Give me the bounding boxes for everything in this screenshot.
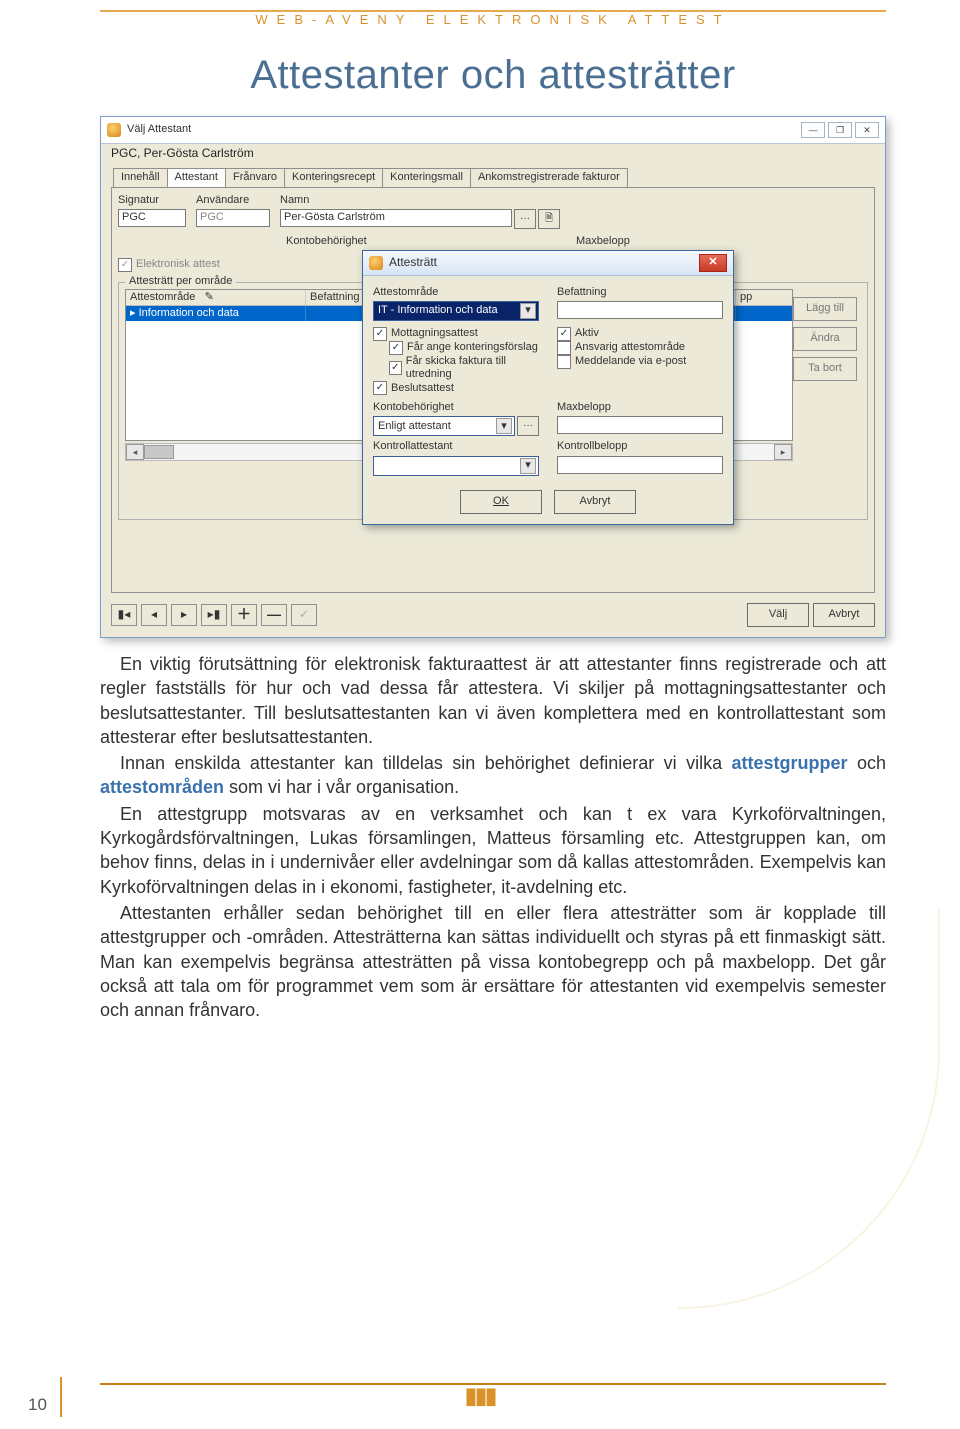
highlight-attestgrupper: attestgrupper: [732, 753, 848, 773]
close-button[interactable]: ✕: [855, 122, 879, 138]
tab-konteringsmall[interactable]: Konteringsmall: [382, 168, 471, 186]
dlg-kontobehorighet-browse[interactable]: ···: [517, 416, 539, 436]
dlg-attestomrade-combo[interactable]: IT - Information och data ▾: [373, 301, 539, 321]
nav-add-button[interactable]: ＋: [231, 604, 257, 626]
paragraph-3: En attestgrupp motsvaras av en verksamhe…: [100, 802, 886, 899]
dialog-titlebar[interactable]: Attesträtt ✕: [363, 251, 733, 276]
kontobehorighet-label: Kontobehörighet: [286, 235, 566, 248]
paragraph-1: En viktig förutsättning för elektronisk …: [100, 652, 886, 749]
chevron-down-icon: ▾: [496, 418, 512, 434]
dlg-beslut-label: Beslutsattest: [391, 382, 454, 395]
dlg-kontrollbelopp-input[interactable]: [557, 456, 723, 474]
minimize-button[interactable]: —: [801, 122, 825, 138]
dlg-far-ange-checkbox[interactable]: ✓Får ange konteringsförslag: [389, 341, 539, 355]
dlg-kontobehorighet-value: Enligt attestant: [378, 420, 451, 433]
anvandare-input[interactable]: PGC: [196, 209, 270, 227]
signatur-input[interactable]: PGC: [118, 209, 186, 227]
dlg-mottag-label: Mottagningsattest: [391, 327, 478, 340]
page-number-rule: [60, 1377, 62, 1417]
col-edit-icon: ✎: [205, 291, 214, 303]
app-icon: [107, 123, 121, 137]
tab-body: Signatur PGC Användare PGC Namn Per-Göst…: [111, 187, 875, 593]
dlg-kontrollattestant-combo[interactable]: ▾: [373, 456, 539, 476]
dlg-ansvarig-checkbox[interactable]: Ansvarig attestområde: [557, 341, 723, 355]
select-attestant-window: Välj Attestant — ❐ ✕ PGC, Per-Gösta Carl…: [100, 116, 886, 638]
maxbelopp-label: Maxbelopp: [576, 235, 726, 248]
namn-copy-button[interactable]: 🗎: [538, 209, 560, 229]
body-text: En viktig förutsättning för elektronisk …: [100, 652, 886, 1022]
tab-konteringsrecept[interactable]: Konteringsrecept: [284, 168, 383, 186]
paragraph-2: Innan enskilda attestanter kan tilldelas…: [100, 751, 886, 800]
dlg-attestomrade-label: Attestområde: [373, 286, 539, 299]
signatur-label: Signatur: [118, 194, 186, 207]
anvandare-label: Användare: [196, 194, 270, 207]
nav-remove-button[interactable]: —: [261, 604, 287, 626]
dialog-cancel-button[interactable]: Avbryt: [554, 490, 636, 514]
titlebar[interactable]: Välj Attestant — ❐ ✕: [101, 117, 885, 144]
nav-next-button[interactable]: ▸: [171, 604, 197, 626]
tab-innehall[interactable]: Innehåll: [113, 168, 168, 186]
chevron-down-icon: ▾: [520, 458, 536, 474]
cancel-button[interactable]: Avbryt: [813, 603, 875, 627]
col-attestomrade: Attestområde: [130, 291, 195, 303]
row-attestomrade: Information och data: [139, 307, 239, 319]
dlg-beslutsattest-checkbox[interactable]: ✓Beslutsattest: [373, 381, 539, 395]
dlg-kontobehorighet-combo[interactable]: Enligt attestant ▾: [373, 416, 515, 436]
delete-button[interactable]: Ta bort: [793, 357, 857, 381]
dlg-befattning-label: Befattning: [557, 286, 723, 299]
group-title: Attesträtt per område: [125, 275, 236, 288]
dlg-far-skicka-checkbox[interactable]: ✓Får skicka faktura till utredning: [389, 355, 539, 381]
dlg-kontrollbelopp-label: Kontrollbelopp: [557, 440, 723, 453]
chevron-down-icon: ▾: [520, 303, 536, 319]
dlg-kontrollattestant-label: Kontrollattestant: [373, 440, 539, 453]
elektronisk-attest-label: Elektronisk attest: [136, 258, 220, 271]
edit-button[interactable]: Ändra: [793, 327, 857, 351]
row-marker-icon: ▸: [130, 307, 136, 319]
nav-first-button[interactable]: ▮◂: [111, 604, 137, 626]
dialog-ok-button[interactable]: OK: [460, 490, 542, 514]
select-button[interactable]: Välj: [747, 603, 809, 627]
dlg-aktiv-checkbox[interactable]: ✓Aktiv: [557, 327, 723, 341]
window-title: Välj Attestant: [127, 123, 191, 136]
scroll-left-icon[interactable]: ◂: [126, 444, 144, 460]
attestratt-dialog: Attesträtt ✕ Attestområde IT - Informati…: [362, 250, 734, 525]
add-button[interactable]: Lägg till: [793, 297, 857, 321]
tab-franvaro[interactable]: Frånvaro: [225, 168, 285, 186]
paragraph-4: Attestanten erhåller sedan behörighet ti…: [100, 901, 886, 1022]
section-title: Attestanter och attesträtter: [100, 53, 886, 98]
tab-ankomstregistrerade[interactable]: Ankomstregistrerade fakturor: [470, 168, 628, 186]
dlg-befattning-input[interactable]: [557, 301, 723, 319]
col-pp: pp: [736, 290, 793, 305]
dialog-close-button[interactable]: ✕: [699, 254, 727, 272]
current-user-label: PGC, Per-Gösta Carlström: [101, 144, 885, 162]
namn-input[interactable]: Per-Gösta Carlström: [280, 209, 512, 227]
page-number: 10: [28, 1395, 47, 1415]
nav-confirm-button[interactable]: ✓: [291, 604, 317, 626]
tab-attestant[interactable]: Attestant: [167, 168, 226, 186]
scroll-thumb[interactable]: [144, 445, 174, 459]
dialog-app-icon: [369, 256, 383, 270]
dlg-aktiv-label: Aktiv: [575, 327, 599, 340]
namn-browse-button[interactable]: ···: [514, 209, 536, 229]
namn-label: Namn: [280, 194, 560, 207]
highlight-attestomraden: attestområden: [100, 777, 224, 797]
dlg-maxbelopp-label: Maxbelopp: [557, 401, 723, 414]
dlg-far-skicka-label: Får skicka faktura till utredning: [406, 355, 539, 381]
dlg-attestomrade-value: IT - Information och data: [378, 304, 498, 317]
scroll-right-icon[interactable]: ▸: [774, 444, 792, 460]
dialog-title: Attesträtt: [389, 255, 437, 269]
restore-button[interactable]: ❐: [828, 122, 852, 138]
dlg-meddelande-checkbox[interactable]: Meddelande via e-post: [557, 355, 723, 369]
dlg-ansvarig-label: Ansvarig attestområde: [575, 341, 685, 354]
footer-logo-icon: ▮▮▮: [465, 1383, 495, 1409]
dlg-meddelande-label: Meddelande via e-post: [575, 355, 686, 368]
dlg-mottagningsattest-checkbox[interactable]: ✓Mottagningsattest: [373, 327, 539, 341]
tabstrip: Innehåll Attestant Frånvaro Konteringsre…: [101, 168, 885, 186]
nav-last-button[interactable]: ▸▮: [201, 604, 227, 626]
running-header: WEB-AVENY ELEKTRONISK ATTEST: [100, 10, 886, 53]
dlg-maxbelopp-input[interactable]: [557, 416, 723, 434]
nav-prev-button[interactable]: ◂: [141, 604, 167, 626]
dlg-far-ange-label: Får ange konteringsförslag: [407, 341, 538, 354]
dlg-kontobehorighet-label: Kontobehörighet: [373, 401, 539, 414]
